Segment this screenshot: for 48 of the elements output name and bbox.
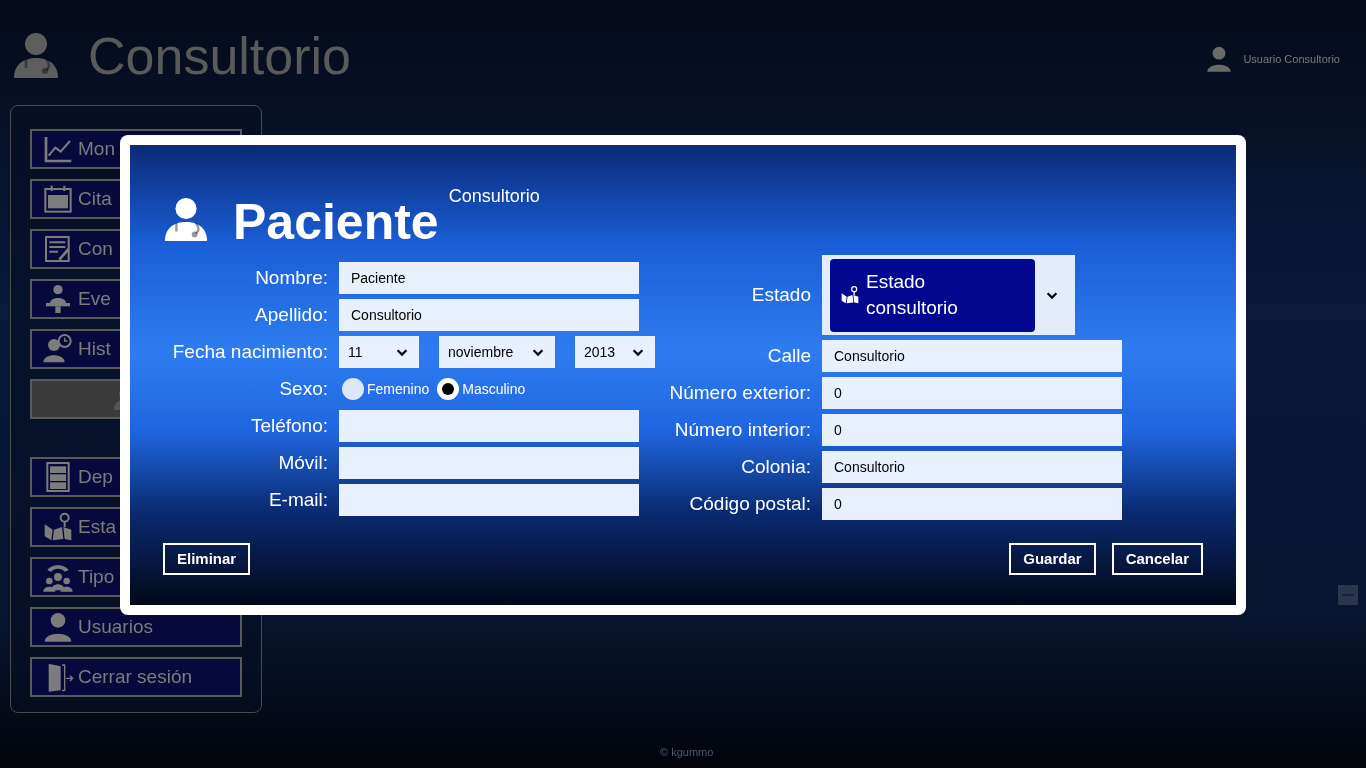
input-field[interactable] [339, 447, 639, 479]
radio-button[interactable] [342, 378, 364, 400]
input-field[interactable] [339, 410, 639, 442]
map-pin-icon [840, 285, 860, 305]
input-field[interactable]: 0 [822, 377, 1122, 409]
input-field[interactable]: Paciente [339, 262, 639, 294]
action-button[interactable]: Guardar [1009, 543, 1096, 575]
state-dropdown[interactable]: Estado consultorio [822, 255, 1075, 335]
app-title: Consultorio [88, 30, 352, 82]
field-label: Número exterior: [671, 380, 811, 405]
input-field[interactable]: Consultorio [339, 299, 639, 331]
field-label: Colonia: [740, 454, 811, 479]
action-button[interactable]: Cancelar [1111, 543, 1203, 575]
calendar-icon [42, 183, 74, 215]
dialog-subtitle: Consultorio [448, 185, 540, 208]
dropdown[interactable]: 2013 [575, 336, 655, 368]
zoom-out-button[interactable] [1338, 585, 1358, 605]
radio-label[interactable]: Masculino [462, 378, 526, 400]
field-label: E-mail: [267, 487, 328, 512]
field-label: Estado [750, 282, 811, 307]
radio-button[interactable] [437, 378, 460, 400]
field-label: Apellido: [254, 302, 328, 327]
input-field[interactable]: 0 [822, 488, 1122, 520]
user-icon [42, 611, 74, 643]
field-label: Fecha nacimiento: [171, 339, 328, 364]
user-icon [1205, 44, 1234, 74]
input-field[interactable]: Consultorio [822, 451, 1122, 483]
sidebar-item[interactable]: Cerrar sesión [30, 657, 242, 697]
field-label: Código postal: [688, 491, 811, 516]
field-label: Teléfono: [249, 413, 328, 438]
radio-label[interactable]: Femenino [367, 378, 430, 400]
dropdown[interactable]: noviembre [439, 336, 555, 368]
person-clock-icon [42, 333, 74, 365]
copyright-text: © kgummo [660, 745, 714, 760]
state-value: Estado consultorio [866, 270, 959, 320]
dropdown[interactable]: 11 [339, 336, 419, 368]
field-label: Nombre: [254, 265, 328, 290]
field-label: Sexo: [278, 376, 328, 401]
user-name[interactable]: Usuario Consultorio [1243, 50, 1340, 68]
map-pin-icon [42, 511, 74, 543]
input-field[interactable] [339, 484, 639, 516]
input-field[interactable]: Consultorio [822, 340, 1122, 372]
field-label: Número interior: [673, 417, 811, 442]
dialog-title: Paciente [233, 197, 439, 247]
input-field[interactable]: 0 [822, 414, 1122, 446]
field-label: Móvil: [277, 450, 328, 475]
field-label: Calle [766, 343, 811, 368]
action-button[interactable]: Eliminar [163, 543, 251, 575]
